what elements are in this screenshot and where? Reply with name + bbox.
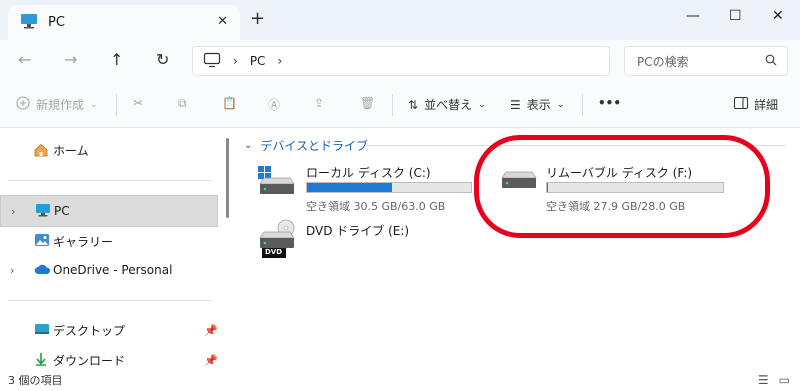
minimize-button[interactable]: —	[686, 8, 700, 24]
address-row: ← → ↑ ↻ › PC › PCの検索	[0, 40, 800, 82]
divider	[8, 300, 212, 301]
chevron-right-icon[interactable]: ›	[233, 54, 238, 68]
sort-icon: ⇅	[408, 97, 419, 112]
sidebar-item-gallery[interactable]: ギャラリー	[0, 226, 220, 256]
sidebar-item-label: ダウンロード	[53, 353, 126, 368]
drive-usage-bar	[306, 182, 472, 193]
tab-close-icon[interactable]: ✕	[217, 14, 228, 29]
breadcrumb-pc[interactable]: PC	[250, 54, 266, 68]
chevron-right-icon[interactable]: ›	[277, 54, 282, 68]
sidebar-item-label: ギャラリー	[53, 234, 114, 249]
search-placeholder: PCの検索	[637, 54, 689, 69]
divider	[116, 94, 117, 116]
download-icon	[34, 352, 48, 369]
chevron-right-icon[interactable]: ›	[10, 264, 14, 277]
sidebar-item-label: OneDrive - Personal	[53, 263, 173, 277]
divider	[582, 94, 583, 116]
drive-name: ローカル ディスク (C:)	[306, 166, 431, 180]
copy-icon[interactable]: ⧉	[178, 96, 187, 111]
details-button[interactable]: 詳細	[734, 96, 778, 113]
sidebar-item-onedrive[interactable]: › OneDrive - Personal	[0, 255, 220, 285]
more-options-button[interactable]: •••	[598, 96, 621, 110]
plus-circle-icon	[16, 96, 30, 113]
view-button-label: 表示	[526, 98, 551, 112]
back-arrow-icon[interactable]: ←	[18, 50, 31, 69]
chevron-down-icon: ⌄	[478, 99, 486, 110]
sidebar-item-pc[interactable]: › PC	[0, 195, 218, 227]
pin-icon[interactable]: 📌	[204, 354, 218, 367]
monitor-icon	[35, 203, 51, 220]
new-button-label: 新規作成	[36, 98, 85, 112]
forward-arrow-icon[interactable]: →	[64, 50, 77, 69]
chevron-right-icon[interactable]: ›	[11, 205, 15, 218]
tiles-view-icon[interactable]: ▭	[779, 373, 790, 387]
view-button[interactable]: ☰ 表示 ⌄	[510, 96, 564, 113]
details-pane-icon	[734, 97, 748, 112]
tab-pc[interactable]: PC ✕	[8, 5, 240, 40]
divider	[392, 94, 393, 116]
dvd-drive-icon: DVD	[256, 218, 298, 263]
group-title: デバイスとドライブ	[260, 139, 369, 153]
sort-button-label: 並べ替え	[424, 98, 473, 112]
view-list-icon: ☰	[510, 97, 521, 112]
drive-free-space: 空き領域 27.9 GB/28.0 GB	[546, 200, 686, 213]
desktop-icon	[34, 322, 50, 339]
content-pane: ⌄ デバイスとドライブ ローカル ディスク (C:) 空き領域 30.5 GB/…	[232, 128, 800, 369]
navigation-pane: ホーム › PC ギャラリー › OneDrive - Personal デスク…	[0, 128, 232, 369]
maximize-button[interactable]: ☐	[729, 8, 742, 24]
drive-free-space: 空き領域 30.5 GB/63.0 GB	[306, 200, 446, 213]
command-bar: 新規作成 ⌄ ✂ ⧉ 📋 Ⓐ ⇪ 🗑 ⇅ 並べ替え ⌄ ☰ 表示 ⌄ ••• 詳…	[0, 82, 800, 128]
divider	[366, 145, 786, 146]
sidebar-scrollbar[interactable]	[226, 138, 229, 218]
windows-drive-icon	[256, 164, 298, 203]
new-tab-button[interactable]: +	[250, 10, 265, 28]
chevron-down-icon[interactable]: ⌄	[244, 140, 252, 151]
share-icon[interactable]: ⇪	[314, 96, 324, 110]
sort-button[interactable]: ⇅ 並べ替え ⌄	[408, 96, 486, 113]
search-input[interactable]: PCの検索	[624, 46, 788, 76]
tab-title: PC	[48, 15, 65, 30]
drive-name: DVD ドライブ (E:)	[306, 224, 410, 238]
group-header-devices[interactable]: ⌄ デバイスとドライブ	[244, 137, 368, 154]
address-bar[interactable]: › PC ›	[192, 46, 610, 76]
drive-usage-bar	[546, 182, 724, 193]
chevron-down-icon: ⌄	[90, 99, 98, 110]
drive-tile-e[interactable]: DVD DVD ドライブ (E:)	[256, 218, 456, 264]
cloud-icon	[34, 264, 51, 278]
rename-icon[interactable]: Ⓐ	[268, 96, 280, 113]
drive-usage-fill	[307, 183, 392, 192]
sidebar-item-label: PC	[54, 204, 70, 218]
details-view-icon[interactable]: ☰	[758, 373, 769, 387]
sidebar-item-label: デスクトップ	[53, 323, 126, 338]
monitor-icon	[20, 13, 38, 32]
new-button[interactable]: 新規作成 ⌄	[16, 96, 98, 113]
details-button-label: 詳細	[754, 98, 779, 112]
delete-icon[interactable]: 🗑	[360, 96, 375, 110]
pin-icon[interactable]: 📌	[204, 324, 218, 337]
gallery-icon	[34, 233, 50, 250]
home-icon	[34, 143, 48, 160]
cut-icon[interactable]: ✂	[133, 96, 143, 110]
up-arrow-icon[interactable]: ↑	[110, 50, 123, 69]
drive-tile-f[interactable]: リムーバブル ディスク (F:) 空き領域 27.9 GB/28.0 GB	[498, 162, 728, 213]
search-icon	[765, 54, 777, 69]
drive-usage-fill	[547, 183, 548, 192]
monitor-outline-icon	[203, 52, 221, 71]
dvd-badge: DVD	[265, 248, 283, 256]
removable-drive-icon	[498, 170, 540, 197]
item-count: 3 個の項目	[8, 374, 63, 387]
close-button[interactable]: ✕	[772, 8, 784, 24]
sidebar-item-home[interactable]: ホーム	[0, 135, 220, 165]
sidebar-item-desktop[interactable]: デスクトップ 📌	[0, 315, 220, 345]
title-bar: PC ✕ + — ☐ ✕	[0, 0, 800, 40]
refresh-icon[interactable]: ↻	[156, 50, 169, 69]
sidebar-item-label: ホーム	[53, 143, 89, 158]
paste-icon[interactable]: 📋	[222, 96, 237, 110]
status-bar: 3 個の項目 ☰ ▭	[0, 369, 800, 391]
drive-tile-c[interactable]: ローカル ディスク (C:) 空き領域 30.5 GB/63.0 GB	[256, 162, 476, 213]
drive-name: リムーバブル ディスク (F:)	[546, 166, 693, 180]
chevron-down-icon: ⌄	[556, 99, 565, 110]
divider	[8, 180, 212, 181]
